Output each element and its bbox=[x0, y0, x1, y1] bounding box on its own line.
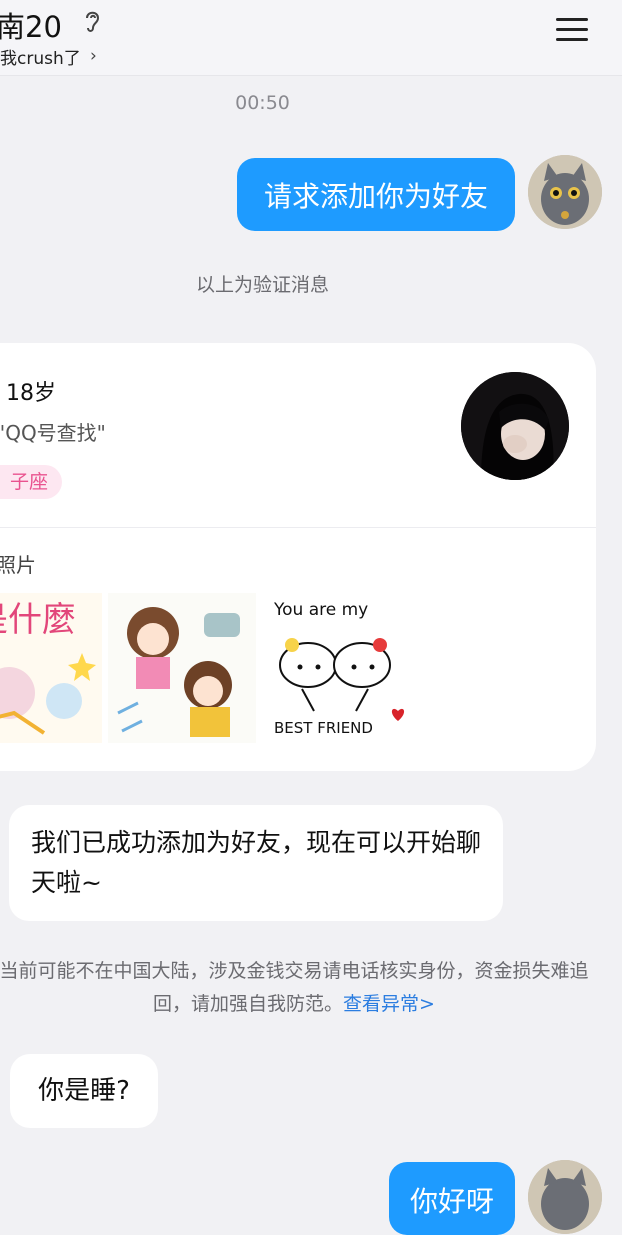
cat-avatar-icon bbox=[528, 155, 602, 229]
profile-age: 18岁 bbox=[6, 381, 56, 406]
message-text: 你好呀 bbox=[409, 1185, 494, 1218]
photo-3-bottom-text: BEST FRIEND bbox=[274, 719, 373, 737]
profile-photo-3[interactable]: You are my BEST FRIEND bbox=[262, 593, 410, 743]
ear-icon[interactable] bbox=[82, 8, 102, 34]
warning-text: 当前可能不在中国大陆，涉及金钱交易请电话核实身份，资金损失难追回，请加强自我防范… bbox=[0, 960, 589, 1015]
message-text: 请求添加你为好友 bbox=[263, 179, 488, 213]
card-divider bbox=[0, 527, 596, 528]
message-text: 你是睡? bbox=[38, 1076, 130, 1106]
profile-photo-2[interactable] bbox=[108, 593, 256, 743]
menu-icon[interactable] bbox=[556, 18, 588, 44]
hello-kitty-photo-icon: You are my BEST FRIEND bbox=[262, 593, 410, 743]
my-avatar[interactable] bbox=[528, 1160, 602, 1234]
contact-name[interactable]: 南20 bbox=[0, 4, 62, 46]
photos-label: 照片 bbox=[0, 553, 36, 577]
profile-source: "QQ号查找" bbox=[0, 421, 106, 445]
person-avatar-icon bbox=[461, 372, 569, 480]
message-bubble-received[interactable]: 我们已成功添加为好友，现在可以开始聊天啦~ bbox=[9, 805, 503, 921]
cat-avatar-icon bbox=[528, 1160, 602, 1234]
zodiac-tag: 子座 bbox=[0, 465, 63, 499]
doodle-photo-icon: 是什麼 bbox=[0, 593, 102, 743]
view-exception-link[interactable]: 查看异常> bbox=[343, 993, 435, 1015]
security-warning: 当前可能不在中国大陆，涉及金钱交易请电话核实身份，资金损失难追回，请加强自我防范… bbox=[0, 955, 594, 1021]
my-avatar[interactable] bbox=[528, 155, 602, 229]
message-text: 我们已成功添加为好友，现在可以开始聊天啦~ bbox=[31, 828, 482, 897]
chevron-right-icon[interactable]: › bbox=[90, 46, 97, 66]
doodle-girls-photo-icon bbox=[108, 593, 256, 743]
profile-card[interactable]: 18岁 "QQ号查找" 子座 照片 是什麼 bbox=[0, 343, 596, 771]
contact-status[interactable]: 我crush了 bbox=[0, 44, 81, 69]
chat-header: 南20 我crush了 › bbox=[0, 0, 622, 76]
message-bubble-sent[interactable]: 请求添加你为好友 bbox=[237, 158, 515, 231]
profile-photo-1[interactable]: 是什麼 bbox=[0, 593, 102, 743]
photo-3-top-text: You are my bbox=[273, 600, 368, 620]
message-bubble-received[interactable]: 你是睡? bbox=[10, 1054, 158, 1128]
photo-1-text: 是什麼 bbox=[0, 600, 76, 640]
message-timestamp: 00:50 bbox=[235, 92, 290, 114]
message-bubble-sent[interactable]: 你好呀 bbox=[389, 1162, 515, 1235]
verification-note: 以上为验证消息 bbox=[195, 274, 329, 296]
profile-avatar[interactable] bbox=[461, 372, 569, 480]
